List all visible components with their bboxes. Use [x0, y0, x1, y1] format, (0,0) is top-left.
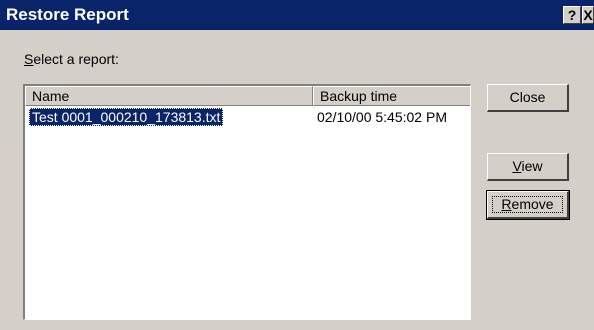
column-header-backup-time[interactable]: Backup time [313, 86, 470, 106]
list-item[interactable]: Test 0001_000210_173813.txt 02/10/00 5:4… [25, 108, 470, 126]
report-list[interactable]: Name Backup time Test 0001_000210_173813… [23, 84, 471, 320]
view-button[interactable]: View [487, 153, 569, 181]
view-button-accel: V [512, 158, 522, 174]
window-close-button[interactable]: X [582, 6, 594, 24]
remove-button-accel: R [501, 196, 512, 212]
select-report-label: Select a report: [24, 50, 119, 68]
close-icon: X [583, 7, 593, 23]
view-button-rest: iew [521, 158, 543, 174]
help-button[interactable]: ? [563, 6, 581, 24]
select-label-rest: elect a report: [33, 51, 119, 67]
remove-button-rest: emove [511, 196, 554, 212]
close-button[interactable]: Close [487, 84, 569, 112]
column-header-name[interactable]: Name [25, 86, 313, 106]
remove-button[interactable]: Remove [486, 190, 570, 220]
restore-report-dialog: Restore Report ? X Select a report: Name… [0, 0, 594, 330]
list-header: Name Backup time [25, 86, 470, 106]
report-name-cell[interactable]: Test 0001_000210_173813.txt [29, 108, 224, 126]
title-bar[interactable]: Restore Report ? X [0, 0, 594, 30]
select-label-accel: S [24, 51, 34, 67]
help-icon: ? [567, 7, 577, 23]
backup-time-cell[interactable]: 02/10/00 5:45:02 PM [317, 108, 447, 126]
window-title: Restore Report [6, 5, 129, 24]
